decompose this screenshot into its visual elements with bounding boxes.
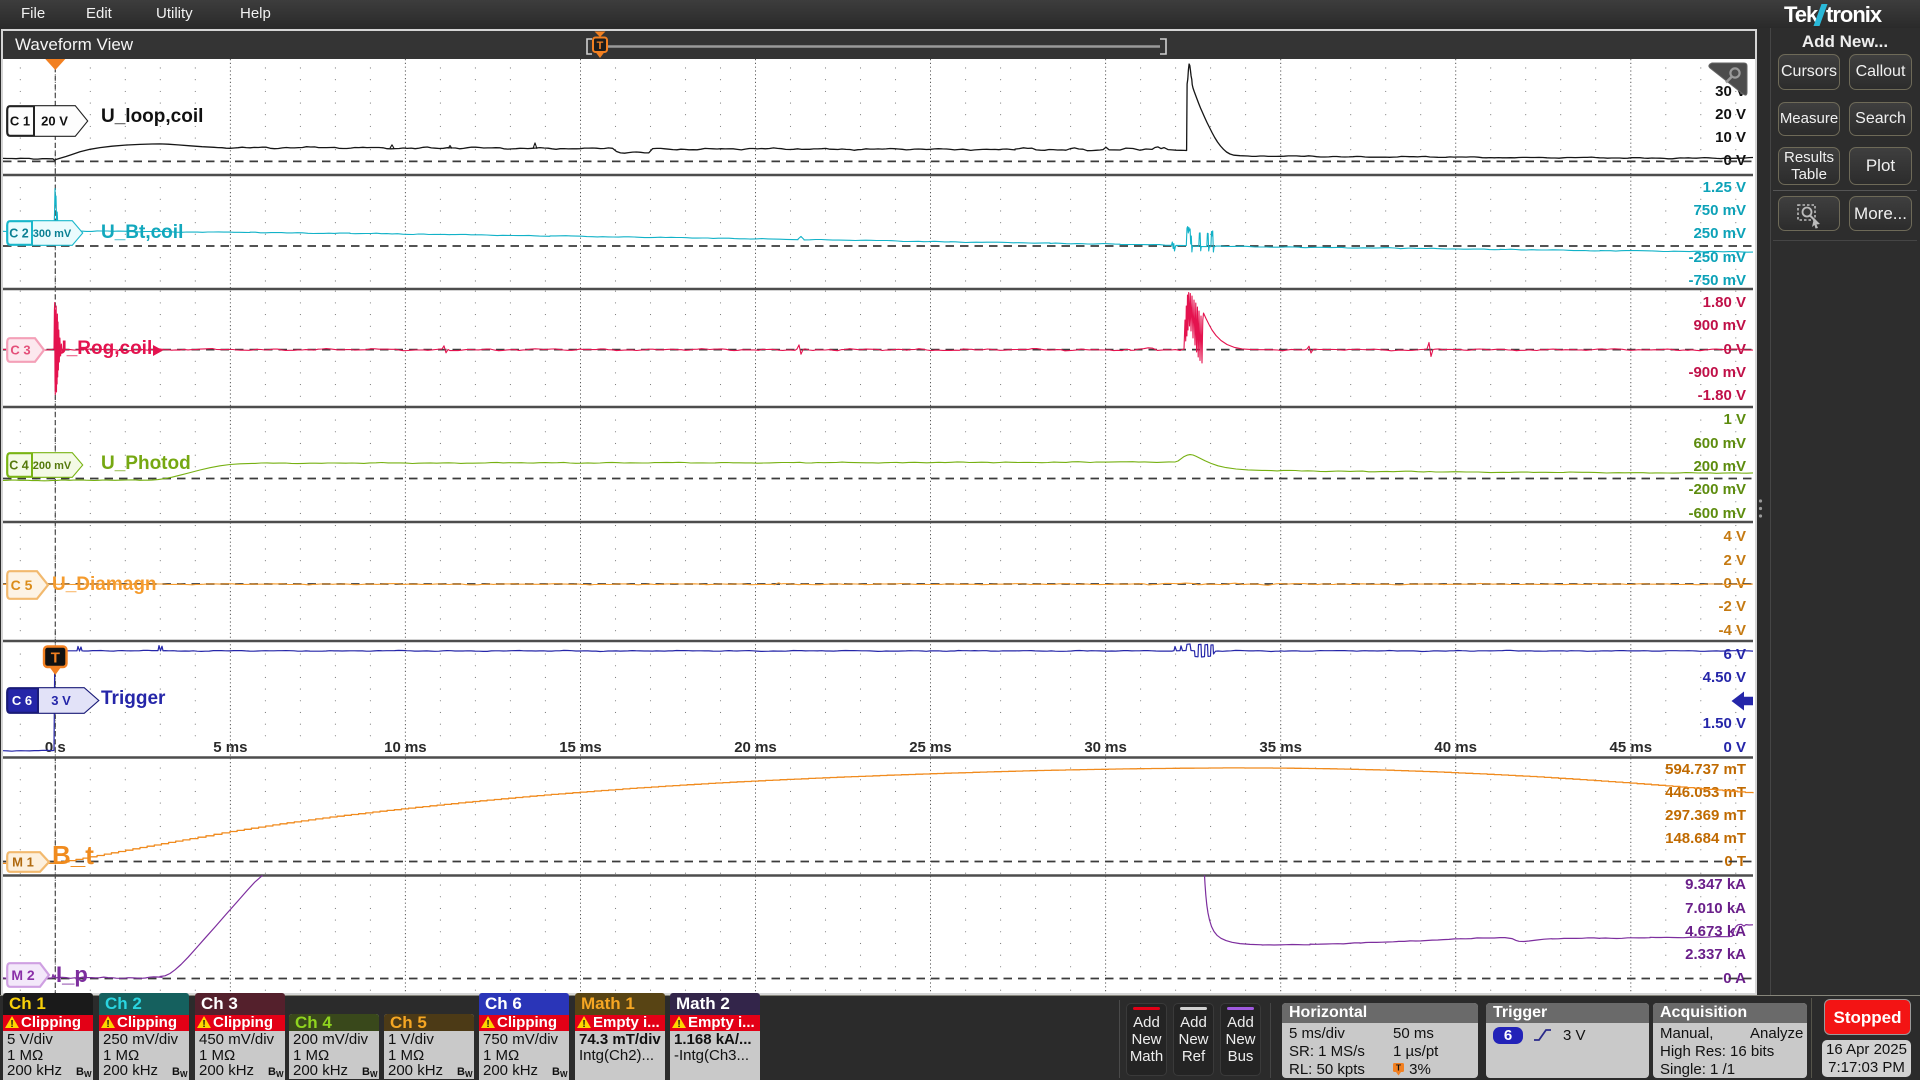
svg-text:tronix: tronix — [1826, 3, 1883, 27]
svg-text:20 V: 20 V — [41, 113, 68, 128]
svg-text:M 2: M 2 — [11, 967, 35, 983]
svg-text:3 V: 3 V — [51, 693, 71, 708]
svg-text:T: T — [1396, 1063, 1402, 1073]
svg-text:C 6: C 6 — [12, 693, 32, 708]
svg-text:200 mV: 200 mV — [33, 460, 72, 472]
svg-text:C 5: C 5 — [11, 577, 33, 593]
svg-text:C 2: C 2 — [9, 227, 29, 241]
svg-text:T: T — [597, 40, 604, 52]
svg-text:Tek: Tek — [1784, 3, 1819, 27]
svg-text:C 3: C 3 — [10, 342, 30, 357]
svg-text:M 1: M 1 — [12, 855, 34, 870]
svg-text:C 4: C 4 — [9, 458, 29, 472]
svg-text:C 1: C 1 — [10, 113, 30, 128]
svg-text:300 mV: 300 mV — [33, 228, 72, 240]
